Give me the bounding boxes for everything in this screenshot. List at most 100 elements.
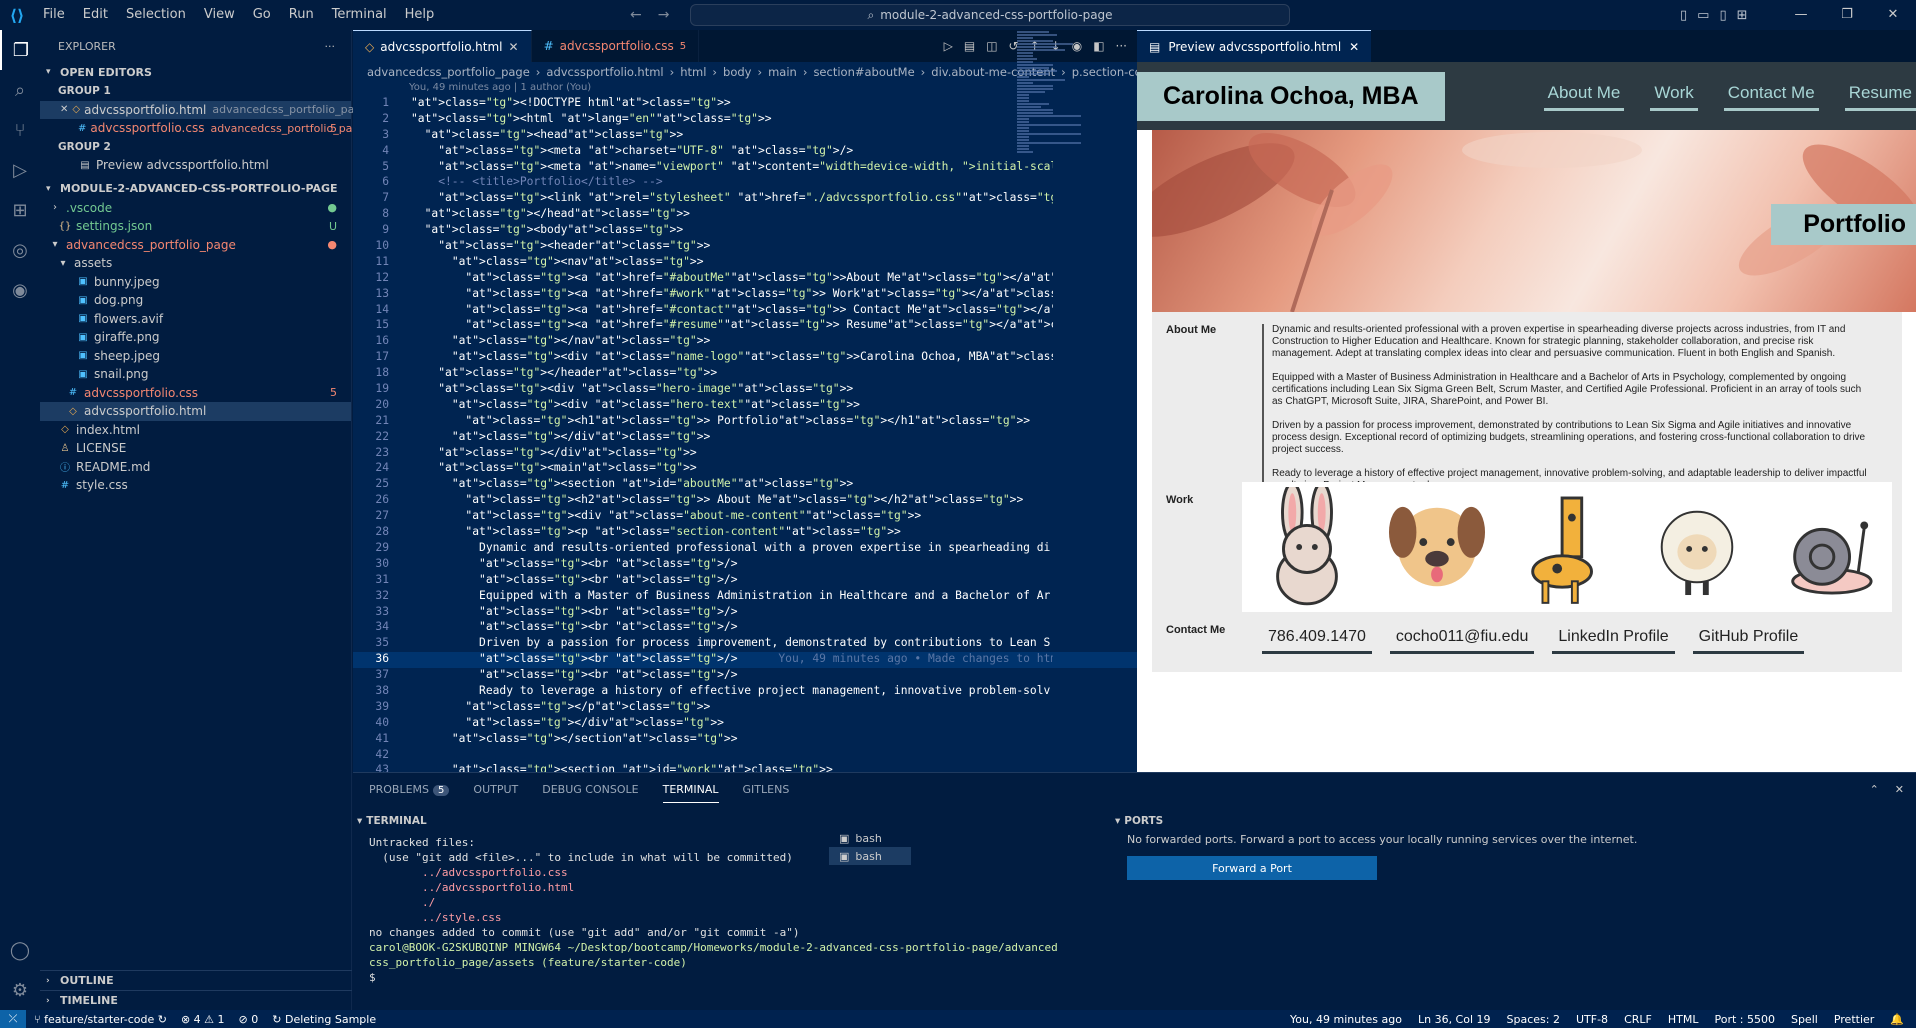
code-line[interactable]: 27 "at">class="tg"><div "at">class="abou…: [353, 509, 1137, 525]
terminal-instance[interactable]: ▣ bash: [829, 847, 911, 865]
tree-item-index[interactable]: ◇ index.html: [40, 421, 351, 440]
run-icon[interactable]: ▷: [944, 39, 953, 53]
code-line[interactable]: 24 "at">class="tg"><main"at">class="tg">…: [353, 461, 1137, 477]
code-line[interactable]: 18 "at">class="tg"></header"at">class="t…: [353, 366, 1137, 382]
code-line[interactable]: 16 "at">class="tg"></nav"at">class="tg">…: [353, 334, 1137, 350]
tree-item-assets[interactable]: ▾ assets: [40, 254, 351, 273]
maximize-panel-icon[interactable]: ⌃: [1870, 783, 1879, 796]
timeline-header[interactable]: › TIMELINE: [40, 990, 352, 1010]
github-link[interactable]: GitHub Profile: [1692, 626, 1805, 654]
branch-status[interactable]: ⑂ feature/starter-code ↻: [34, 1013, 167, 1026]
code-line[interactable]: 12 "at">class="tg"><a "at">href="#aboutM…: [353, 271, 1137, 287]
breadcrumb-item[interactable]: advcssportfolio.html: [546, 65, 663, 79]
ports-status[interactable]: ⊘ 0: [239, 1013, 259, 1026]
tree-item-css[interactable]: # advcssportfolio.css 5: [40, 384, 351, 403]
tree-item-flowers[interactable]: ▣ flowers.avif: [40, 310, 351, 329]
search-view-icon[interactable]: ⌕: [0, 70, 40, 110]
minimize-icon[interactable]: —: [1778, 0, 1824, 30]
eol[interactable]: CRLF: [1624, 1013, 1652, 1026]
code-line[interactable]: 36 "at">class="tg"><br "at">class="tg">/…: [353, 652, 1137, 669]
blame-status[interactable]: You, 49 minutes ago: [1290, 1013, 1402, 1026]
indentation[interactable]: Spaces: 2: [1507, 1013, 1560, 1026]
code-line[interactable]: 30 "at">class="tg"><br "at">class="tg">/…: [353, 557, 1137, 573]
restore-icon[interactable]: ❐: [1824, 0, 1870, 30]
tab-preview[interactable]: ▤ Preview advcssportfolio.html ✕: [1137, 30, 1372, 62]
gitlens-icon[interactable]: ◎: [0, 230, 40, 270]
extensions-icon[interactable]: ⊞: [0, 190, 40, 230]
tab-output[interactable]: OUTPUT: [473, 783, 518, 796]
code-line[interactable]: 17 "at">class="tg"><div "at">class="name…: [353, 350, 1137, 366]
remote-explorer-icon[interactable]: ◉: [0, 270, 40, 310]
manage-gear-icon[interactable]: ⚙: [0, 970, 40, 1010]
project-header[interactable]: ▾ MODULE-2-ADVANCED-CSS-PORTFOLIO-PAGE: [40, 179, 351, 199]
close-icon[interactable]: ✕: [60, 104, 68, 115]
code-line[interactable]: 34 "at">class="tg"><br "at">class="tg">/…: [353, 620, 1137, 636]
forward-arrow-icon[interactable]: →: [658, 7, 670, 23]
menu-go[interactable]: Go: [244, 0, 280, 30]
problems-status[interactable]: ⊗ 4 ⚠ 1: [181, 1013, 225, 1026]
breadcrumb-item[interactable]: body: [723, 65, 751, 79]
code-line[interactable]: 9 "at">class="tg"><body"at">class="tg">>: [353, 223, 1137, 239]
tree-item-dog[interactable]: ▣ dog.png: [40, 291, 351, 310]
code-line[interactable]: 7 "at">class="tg"><link "at">rel="styles…: [353, 191, 1137, 207]
code-line[interactable]: 14 "at">class="tg"><a "at">href="#contac…: [353, 303, 1137, 319]
dog-image[interactable]: [1388, 487, 1486, 607]
prettier-status[interactable]: Prettier: [1834, 1013, 1874, 1026]
open-editor-css[interactable]: # advcssportfolio.css advancedcss_portfo…: [40, 119, 366, 138]
nav-contact-link[interactable]: Contact Me: [1723, 78, 1819, 111]
breadcrumb-item[interactable]: advancedcss_portfolio_page: [367, 65, 530, 79]
more-actions-icon[interactable]: ···: [325, 40, 336, 53]
toggle-sidebar-icon[interactable]: ▯: [1680, 8, 1687, 23]
explorer-icon[interactable]: ❐: [0, 30, 40, 70]
code-line[interactable]: 15 "at">class="tg"><a "at">href="#resume…: [353, 318, 1137, 334]
menu-help[interactable]: Help: [396, 0, 444, 30]
code-line[interactable]: 11 "at">class="tg"><nav"at">class="tg">>: [353, 255, 1137, 271]
tab-gitlens[interactable]: GITLENS: [743, 783, 790, 796]
tree-item-sheep[interactable]: ▣ sheep.jpeg: [40, 347, 351, 366]
code-line[interactable]: 22 "at">class="tg"></div"at">class="tg">…: [353, 430, 1137, 446]
encoding[interactable]: UTF-8: [1576, 1013, 1608, 1026]
language-mode[interactable]: HTML: [1668, 1013, 1699, 1026]
close-panel-icon[interactable]: ✕: [1895, 783, 1904, 796]
nav-about-link[interactable]: About Me: [1543, 78, 1625, 111]
menu-edit[interactable]: Edit: [74, 0, 117, 30]
code-line[interactable]: 29 Dynamic and results-oriented professi…: [353, 541, 1137, 557]
terminal-output[interactable]: Untracked files: (use "git add <file>...…: [369, 835, 1169, 985]
code-line[interactable]: 39 "at">class="tg"></p"at">class="tg">>: [353, 700, 1137, 716]
phone-link[interactable]: 786.409.1470: [1262, 626, 1372, 654]
tab-terminal[interactable]: TERMINAL: [662, 783, 719, 803]
menu-file[interactable]: File: [34, 0, 74, 30]
nav-resume-link[interactable]: Resume: [1844, 78, 1916, 111]
accounts-icon[interactable]: ◯: [0, 930, 40, 970]
code-line[interactable]: 38 Ready to leverage a history of effect…: [353, 684, 1137, 700]
tab-debug-console[interactable]: DEBUG CONSOLE: [542, 783, 638, 796]
close-icon[interactable]: ✕: [1349, 40, 1359, 54]
tree-item-html[interactable]: ◇ advcssportfolio.html: [40, 402, 351, 421]
forward-port-button[interactable]: Forward a Port: [1127, 856, 1377, 880]
live-server-port[interactable]: Port : 5500: [1714, 1013, 1775, 1026]
terminal-header[interactable]: ▾ TERMINAL: [357, 811, 427, 831]
breadcrumb-item[interactable]: html: [680, 65, 706, 79]
code-line[interactable]: 10 "at">class="tg"><header"at">class="tg…: [353, 239, 1137, 255]
code-line[interactable]: 21 "at">class="tg"><h1"at">class="tg">> …: [353, 414, 1137, 430]
code-line[interactable]: 19 "at">class="tg"><div "at">class="hero…: [353, 382, 1137, 398]
split-preview-icon[interactable]: ◫: [986, 39, 997, 53]
spell-status[interactable]: Spell: [1791, 1013, 1818, 1026]
code-line[interactable]: 33 "at">class="tg"><br "at">class="tg">/…: [353, 605, 1137, 621]
terminal-instance[interactable]: ▣ bash: [829, 829, 911, 847]
toggle-secondary-sidebar-icon[interactable]: ▯: [1719, 8, 1726, 23]
menu-selection[interactable]: Selection: [117, 0, 195, 30]
menu-view[interactable]: View: [195, 0, 244, 30]
giraffe-image[interactable]: [1518, 487, 1616, 607]
cursor-position[interactable]: Ln 36, Col 19: [1418, 1013, 1491, 1026]
code-line[interactable]: 42: [353, 748, 1137, 764]
tab-css[interactable]: # advcssportfolio.css 5: [532, 30, 700, 62]
code-line[interactable]: 13 "at">class="tg"><a "at">href="#work""…: [353, 287, 1137, 303]
nav-work-link[interactable]: Work: [1650, 78, 1698, 111]
code-line[interactable]: 31 "at">class="tg"><br "at">class="tg">/…: [353, 573, 1137, 589]
open-editor-html[interactable]: ✕ ◇ advcssportfolio.html advancedcss_por…: [40, 100, 368, 119]
code-line[interactable]: 40 "at">class="tg"></div"at">class="tg">…: [353, 716, 1137, 732]
menu-run[interactable]: Run: [280, 0, 323, 30]
tree-item-license[interactable]: ♙ LICENSE: [40, 439, 351, 458]
tab-problems[interactable]: PROBLEMS 5: [369, 783, 450, 796]
